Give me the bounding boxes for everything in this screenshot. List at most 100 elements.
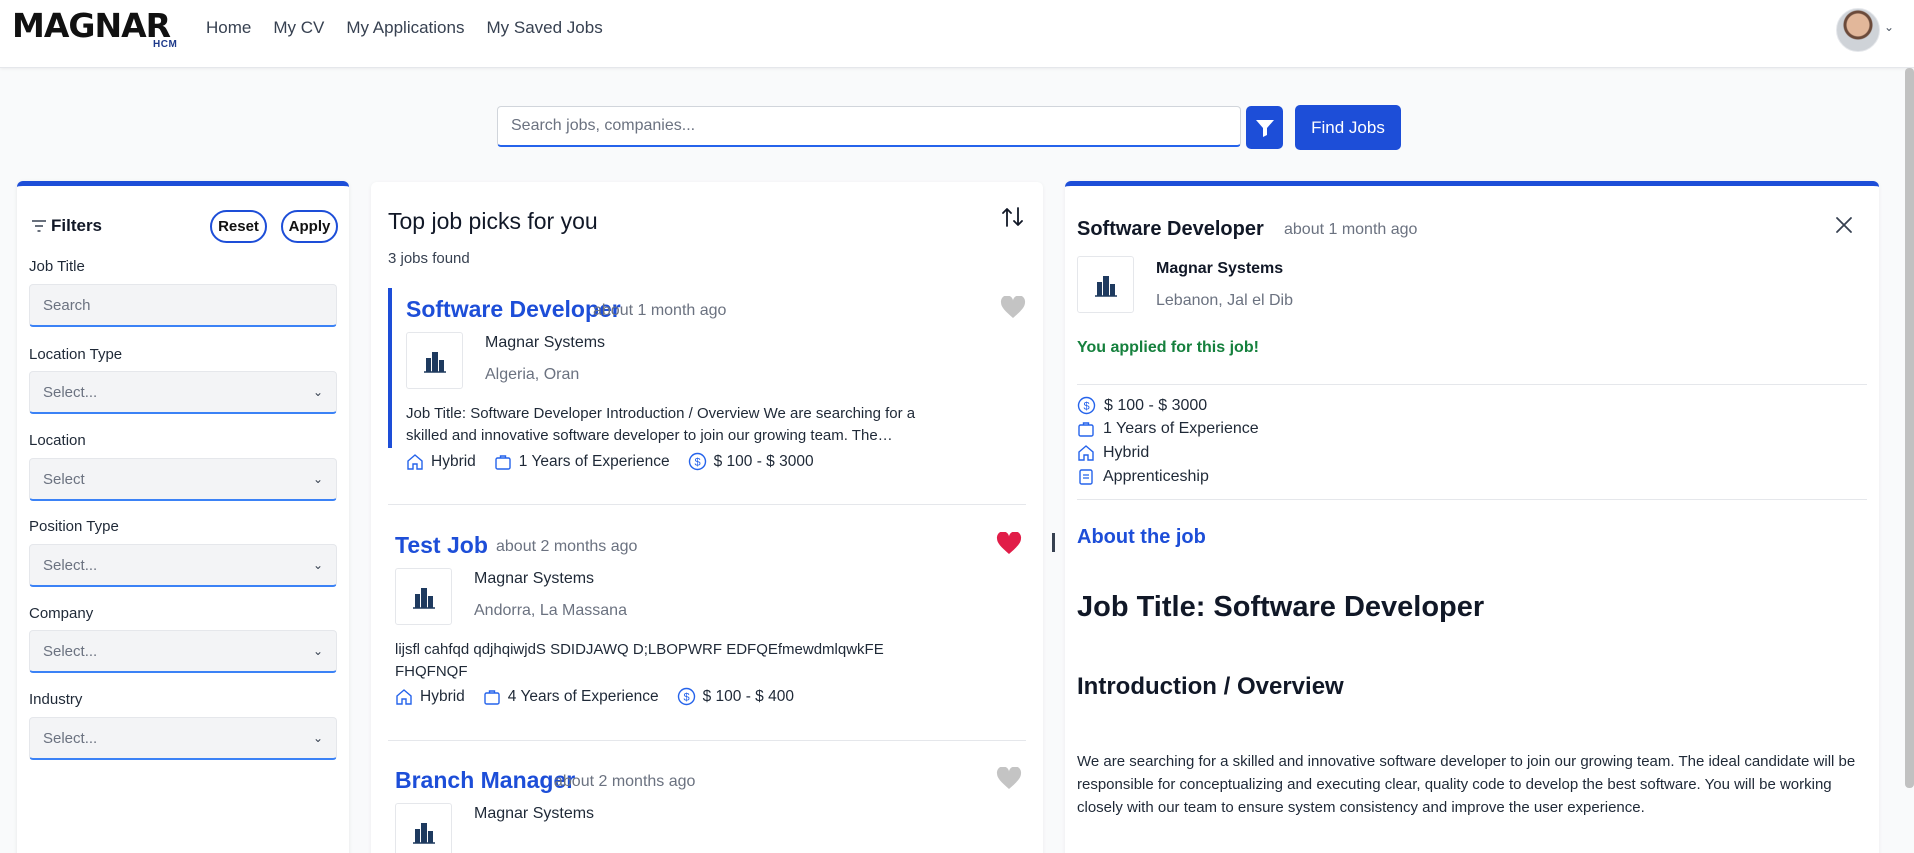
about-job-heading: About the job xyxy=(1077,526,1206,548)
svg-text:$: $ xyxy=(694,457,700,469)
location-select[interactable]: Select ⌄ xyxy=(29,458,337,501)
job-title-label: Job Title xyxy=(29,258,85,275)
location-type-text: Hybrid xyxy=(420,687,465,705)
job-title-link[interactable]: Software Developer xyxy=(406,296,621,323)
chevron-down-icon: ⌄ xyxy=(312,558,323,572)
experience-text: 1 Years of Experience xyxy=(518,452,670,470)
filter-icon xyxy=(1255,119,1274,137)
dollar-circle-icon: $ xyxy=(688,452,706,471)
salary-text: $ 100 - $ 3000 xyxy=(1104,396,1208,414)
experience-text: 1 Years of Experience xyxy=(1103,420,1259,437)
job-title-placeholder: Search xyxy=(43,296,91,314)
card-divider xyxy=(388,504,1026,505)
logo-subtext: HCM xyxy=(153,39,178,50)
sort-icon[interactable] xyxy=(1001,206,1025,228)
industry-select[interactable]: Select... ⌄ xyxy=(29,717,337,760)
job-title-link[interactable]: Branch Manager xyxy=(395,767,575,794)
job-card-software-developer[interactable]: Software Developer about 1 month ago Mag… xyxy=(388,288,1026,471)
job-meta: Hybrid 1 Years of Experience $ $ 100 - $ … xyxy=(406,452,832,471)
find-jobs-button[interactable]: Find Jobs xyxy=(1295,105,1401,150)
job-age: about 2 months ago xyxy=(554,773,696,790)
position-type-select[interactable]: Select... ⌄ xyxy=(29,544,337,587)
chevron-down-icon[interactable]: ⌄ xyxy=(1884,20,1894,34)
house-icon xyxy=(407,453,423,470)
location-type-select[interactable]: Select... ⌄ xyxy=(29,371,337,414)
top-navbar: MAGNAR HCM Home My CV My Applications My… xyxy=(0,0,1914,68)
briefcase-icon xyxy=(495,454,511,470)
job-description: Job Title: Software Developer Introducti… xyxy=(406,405,916,444)
job-list-title: Top job picks for you xyxy=(388,208,598,234)
location-label: Location xyxy=(29,432,86,449)
detail-salary: $ $ 100 - $ 3000 xyxy=(1077,396,1207,415)
apply-button[interactable]: Apply xyxy=(281,210,338,243)
card-divider xyxy=(388,740,1026,741)
heart-icon[interactable] xyxy=(996,767,1022,791)
house-icon xyxy=(396,688,412,705)
company-name: Magnar Systems xyxy=(474,570,595,587)
filter-button[interactable] xyxy=(1246,106,1283,149)
heart-icon[interactable] xyxy=(996,532,1022,556)
nav-home[interactable]: Home xyxy=(206,18,251,38)
location-type-text: Hybrid xyxy=(431,452,476,470)
company-logo xyxy=(395,568,452,625)
job-description-text: We are searching for a skilled and innov… xyxy=(1077,753,1856,816)
filter-lines-icon xyxy=(32,220,46,232)
detail-experience: 1 Years of Experience xyxy=(1077,420,1259,438)
job-detail-panel: Software Developer about 1 month ago Mag… xyxy=(1065,181,1879,853)
chevron-down-icon: ⌄ xyxy=(312,472,323,486)
company-value: Select... xyxy=(43,642,98,660)
svg-text:$: $ xyxy=(683,692,689,704)
meta-experience: 4 Years of Experience xyxy=(483,688,659,706)
position-type-value: Select... xyxy=(43,556,98,574)
scrollbar-handle[interactable] xyxy=(1052,533,1055,552)
meta-location-type: Hybrid xyxy=(406,453,476,471)
user-avatar[interactable] xyxy=(1836,8,1880,52)
search-input[interactable] xyxy=(497,106,1241,147)
detail-location: Lebanon, Jal el Dib xyxy=(1156,292,1293,309)
page-scrollbar[interactable] xyxy=(1905,68,1914,788)
job-description-subtitle: Introduction / Overview xyxy=(1077,673,1344,700)
company-select[interactable]: Select... ⌄ xyxy=(29,630,337,673)
nav-my-cv[interactable]: My CV xyxy=(273,18,324,38)
detail-location-type: Hybrid xyxy=(1077,444,1149,462)
position-type-text: Apprenticeship xyxy=(1103,468,1209,485)
filters-panel: Filters Reset Apply Job Title Search Loc… xyxy=(17,181,349,853)
job-title-link[interactable]: Test Job xyxy=(395,532,488,559)
company-location: Andorra, La Massana xyxy=(474,602,627,619)
company-logo xyxy=(406,332,463,389)
job-description: lijsfl cahfqd qdjhqiwjdS SDIDJAWQ D;LBOP… xyxy=(395,641,884,680)
building-icon xyxy=(412,587,435,609)
nav-my-saved-jobs[interactable]: My Saved Jobs xyxy=(486,18,602,38)
document-icon xyxy=(1079,469,1093,485)
company-name: Magnar Systems xyxy=(485,334,606,351)
chevron-down-icon: ⌄ xyxy=(312,644,323,658)
main-nav: Home My CV My Applications My Saved Jobs xyxy=(206,18,603,38)
reset-button[interactable]: Reset xyxy=(210,210,267,243)
briefcase-icon xyxy=(1078,422,1094,437)
building-icon xyxy=(423,351,446,373)
close-icon[interactable] xyxy=(1835,216,1853,234)
company-location: Algeria, Oran xyxy=(485,366,580,383)
building-icon xyxy=(1094,275,1117,297)
job-title-input[interactable]: Search xyxy=(29,284,337,327)
divider xyxy=(1077,384,1867,385)
chevron-down-icon: ⌄ xyxy=(312,731,323,745)
job-card-branch-manager[interactable]: Branch Manager about 2 months ago Magnar… xyxy=(388,757,1026,853)
briefcase-icon xyxy=(484,689,500,705)
dollar-circle-icon: $ xyxy=(677,687,695,706)
divider xyxy=(1077,499,1867,500)
meta-salary: $ $ 100 - $ 400 xyxy=(677,687,794,706)
company-logo xyxy=(395,803,452,853)
job-description-title: Job Title: Software Developer xyxy=(1077,591,1485,623)
detail-age: about 1 month ago xyxy=(1284,221,1418,238)
heart-icon[interactable] xyxy=(1000,296,1026,320)
applied-status: You applied for this job! xyxy=(1077,339,1259,356)
nav-my-applications[interactable]: My Applications xyxy=(346,18,464,38)
industry-label: Industry xyxy=(29,691,83,708)
location-type-value: Select... xyxy=(43,383,98,401)
job-meta: Hybrid 4 Years of Experience $ $ 100 - $ … xyxy=(395,687,812,706)
magnar-logo[interactable]: MAGNAR HCM xyxy=(12,8,182,51)
job-card-test-job[interactable]: Test Job about 2 months ago Magnar Syste… xyxy=(388,522,1026,706)
job-age: about 1 month ago xyxy=(593,302,727,319)
salary-text: $ 100 - $ 400 xyxy=(702,687,794,705)
